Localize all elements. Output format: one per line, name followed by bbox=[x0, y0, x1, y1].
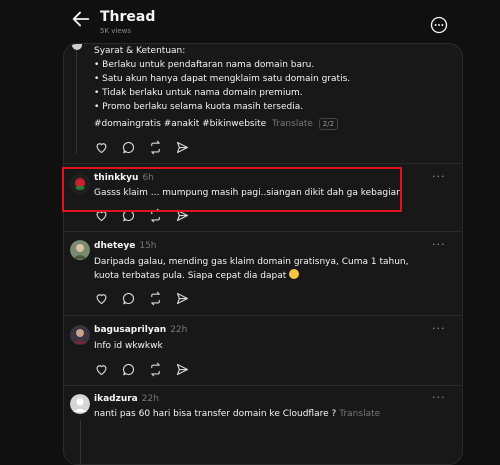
highlight-annotation bbox=[62, 167, 402, 212]
reply-username[interactable]: dheteye 15h bbox=[94, 241, 157, 251]
thread-header: Thread 5K views bbox=[0, 0, 500, 42]
avatar[interactable] bbox=[70, 325, 90, 345]
send-icon[interactable] bbox=[175, 362, 190, 377]
repost-icon[interactable] bbox=[148, 362, 163, 377]
reply-time: 22h bbox=[170, 325, 188, 335]
heart-icon[interactable] bbox=[94, 140, 109, 155]
more-options-icon[interactable]: ··· bbox=[432, 238, 446, 251]
reply-text: Daripada galau, mending gas klaim domain… bbox=[94, 255, 424, 283]
heart-icon[interactable] bbox=[94, 362, 109, 377]
post-line: Syarat & Ketentuan: bbox=[94, 46, 186, 56]
divider bbox=[64, 315, 462, 316]
username-text[interactable]: dheteye bbox=[94, 241, 135, 251]
reply-username[interactable]: ikadzura 22h bbox=[94, 394, 159, 404]
thread-connector-line bbox=[80, 420, 81, 464]
avatar[interactable] bbox=[70, 394, 90, 414]
page-title: Thread bbox=[100, 9, 156, 25]
avatar[interactable] bbox=[72, 44, 82, 50]
arrow-left-icon[interactable] bbox=[70, 8, 92, 30]
username-text[interactable]: bagusaprilyan bbox=[94, 325, 166, 335]
send-icon[interactable] bbox=[175, 291, 190, 306]
post-line: • Berlaku untuk pendaftaran nama domain … bbox=[94, 60, 315, 70]
reply-text: Info id wkwkwk bbox=[94, 341, 163, 351]
comment-icon[interactable] bbox=[121, 291, 136, 306]
page-count-badge: 2/2 bbox=[318, 118, 339, 130]
repost-icon[interactable] bbox=[148, 140, 163, 155]
reply-username[interactable]: bagusaprilyan 22h bbox=[94, 325, 187, 335]
translate-link[interactable]: Translate bbox=[272, 119, 313, 129]
more-options-icon[interactable]: ··· bbox=[432, 391, 446, 404]
post-line: • Satu akun hanya dapat mengklaim satu d… bbox=[94, 74, 351, 84]
translate-link[interactable]: Translate bbox=[339, 409, 380, 419]
more-options-icon[interactable]: ··· bbox=[432, 322, 446, 335]
comment-icon[interactable] bbox=[121, 140, 136, 155]
reply-text-content: nanti pas 60 hari bisa transfer domain k… bbox=[94, 409, 337, 419]
username-text[interactable]: ikadzura bbox=[94, 394, 138, 404]
reply-actions bbox=[94, 291, 190, 306]
comment-icon[interactable] bbox=[121, 362, 136, 377]
avatar[interactable] bbox=[70, 240, 90, 260]
reply-actions bbox=[94, 362, 190, 377]
view-count: 5K views bbox=[100, 27, 132, 35]
reply-text-content: Daripada galau, mending gas klaim domain… bbox=[94, 257, 409, 281]
hashtags-link[interactable]: #domaingratis #anakit #bikinwebsite bbox=[94, 119, 266, 129]
post-text: Syarat & Ketentuan: • Berlaku untuk pend… bbox=[94, 44, 350, 114]
more-circle-icon[interactable] bbox=[430, 16, 448, 34]
more-options-icon[interactable]: ··· bbox=[432, 170, 446, 183]
post-line: • Promo berlaku selama kuota masih terse… bbox=[94, 102, 304, 112]
send-icon[interactable] bbox=[175, 140, 190, 155]
divider bbox=[64, 163, 462, 164]
divider bbox=[64, 231, 462, 232]
thread-card: Syarat & Ketentuan: • Berlaku untuk pend… bbox=[63, 43, 463, 465]
thread-connector-line bbox=[76, 44, 77, 154]
reply-text: nanti pas 60 hari bisa transfer domain k… bbox=[94, 407, 424, 421]
post-hashtags-row: #domaingratis #anakit #bikinwebsite Tran… bbox=[94, 118, 339, 130]
reply-time: 15h bbox=[139, 241, 157, 251]
repost-icon[interactable] bbox=[148, 291, 163, 306]
post-line: • Tidak berlaku untuk nama domain premiu… bbox=[94, 88, 303, 98]
divider bbox=[64, 385, 462, 386]
reply-time: 22h bbox=[141, 394, 159, 404]
smile-emoji-icon bbox=[289, 269, 300, 279]
post-actions bbox=[94, 140, 190, 155]
heart-icon[interactable] bbox=[94, 291, 109, 306]
